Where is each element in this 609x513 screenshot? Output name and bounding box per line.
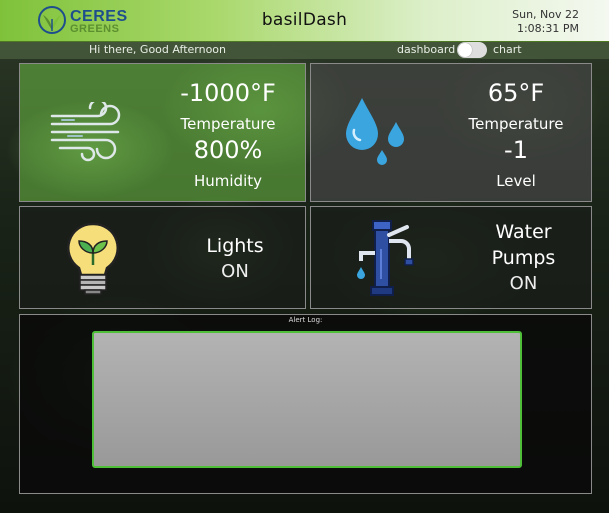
toggle-label-dashboard: dashboard xyxy=(397,43,456,56)
air-temperature-value: -1000°F xyxy=(180,79,276,107)
lights-status: ON xyxy=(221,261,249,282)
switch-knob[interactable] xyxy=(458,43,472,57)
water-temperature-value: 65°F xyxy=(487,79,545,107)
water-drops-icon xyxy=(346,98,404,165)
water-level-label: Level xyxy=(496,172,536,190)
sub-header-bar: Hi there, Good Afternoon dashboard chart xyxy=(0,42,609,59)
pumps-label-line1: Water xyxy=(495,221,552,243)
air-conditions-card: -1000°F Temperature 800% Humidity xyxy=(19,63,306,202)
date-time: Sun, Nov 22 1:08:31 PM xyxy=(512,8,579,36)
air-temperature-label: Temperature xyxy=(180,115,276,133)
alert-log-panel: Alert Log: xyxy=(19,314,592,494)
alert-log-title: Alert Log: xyxy=(288,316,323,324)
water-level-value: -1 xyxy=(504,136,528,164)
alert-log-textarea[interactable] xyxy=(92,331,522,468)
header-bar: CERES GREENS basilDash Sun, Nov 22 1:08:… xyxy=(0,0,609,42)
water-pump-icon xyxy=(357,220,414,296)
time-text: 1:08:31 PM xyxy=(516,22,579,35)
pumps-label-line2: Pumps xyxy=(491,247,556,269)
humidity-label: Humidity xyxy=(193,172,262,190)
lights-card: Lights ON xyxy=(19,206,306,309)
lights-label: Lights xyxy=(206,235,264,257)
wind-icon xyxy=(50,102,121,162)
date-text: Sun, Nov 22 xyxy=(512,8,579,21)
lightbulb-icon xyxy=(67,222,119,295)
pumps-status: ON xyxy=(509,273,538,294)
humidity-value: 800% xyxy=(193,136,263,164)
water-conditions-card: 65°F Temperature -1 Level xyxy=(310,63,592,202)
toggle-label-chart: chart xyxy=(493,43,522,56)
dashboard-chart-switch[interactable] xyxy=(457,42,487,58)
greeting-text: Hi there, Good Afternoon xyxy=(89,43,227,56)
water-pumps-card: Water Pumps ON xyxy=(310,206,592,309)
water-temperature-label: Temperature xyxy=(468,115,564,133)
